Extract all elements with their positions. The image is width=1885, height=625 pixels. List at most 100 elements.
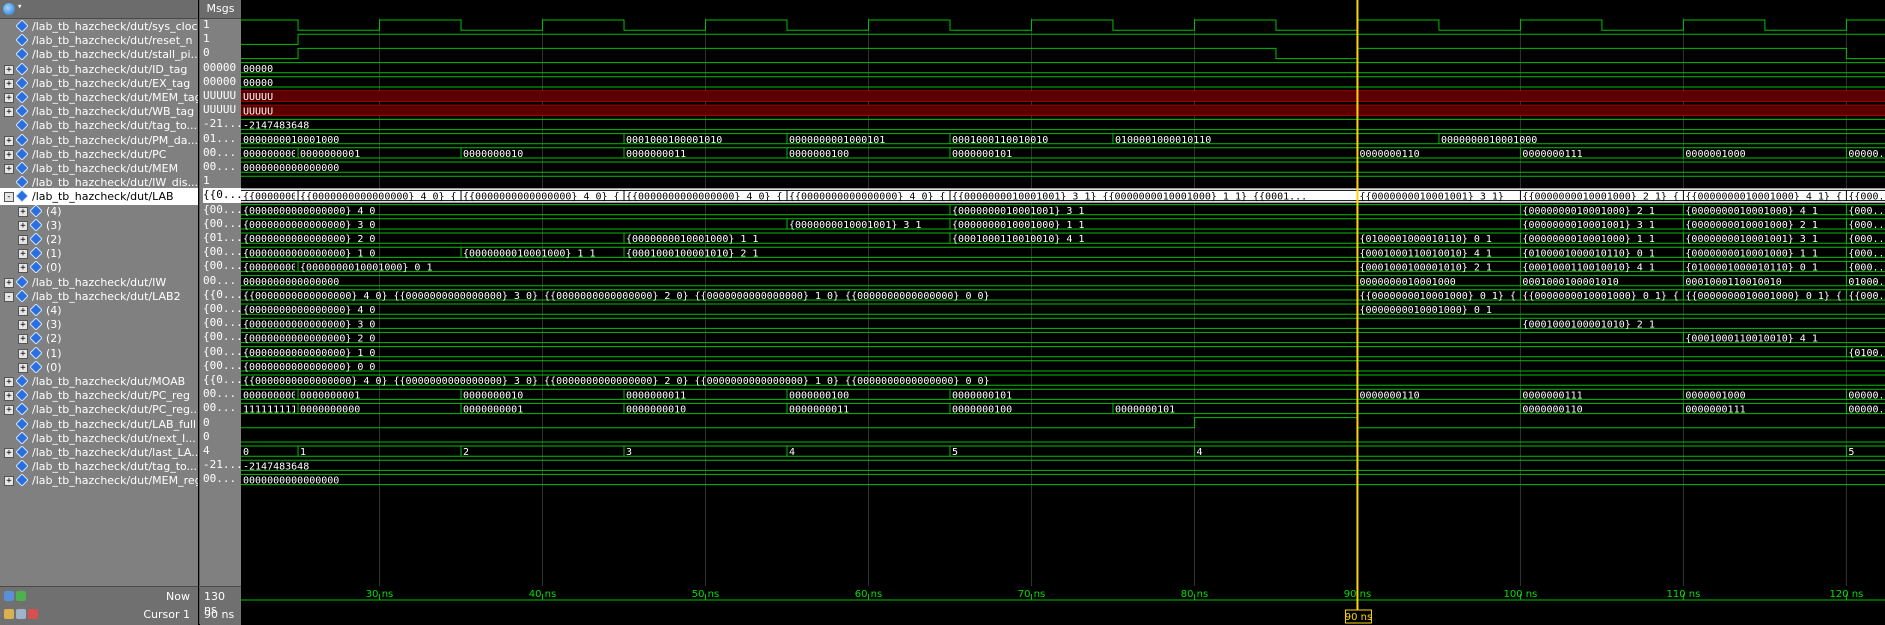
bus-value-text: 0000000001: [300, 390, 360, 401]
bus-value-text: 00000: [243, 64, 273, 75]
bus-value-text: UUUUU: [243, 92, 273, 103]
expand-icon[interactable]: +: [18, 206, 28, 217]
signal-row[interactable]: + /lab_tb_hazcheck/dut/MEM_reg: [0, 472, 198, 489]
bus-value-text: 5: [1848, 447, 1854, 458]
expand-icon[interactable]: +: [4, 164, 14, 174]
wave-toolbar-icon[interactable]: [3, 3, 15, 15]
bus-value-text: 0000000010001000: [1359, 277, 1455, 288]
expand-icon[interactable]: +: [18, 220, 28, 231]
timeline-tick-label: 80 ns: [1181, 589, 1208, 600]
bit-trace: [241, 33, 1885, 45]
expand-icon[interactable]: +: [4, 391, 14, 402]
expand-icon[interactable]: +: [18, 320, 28, 331]
bus-value-text: 0000000101: [952, 390, 1012, 401]
timeline-tick-label: 30 ns: [366, 589, 393, 600]
signal-icon: [29, 345, 43, 360]
expand-icon[interactable]: +: [4, 78, 14, 89]
bus-value-text: 0000000000000000: [243, 163, 339, 174]
bus-value-text: 0000000010001000: [1441, 135, 1537, 146]
expand-icon[interactable]: +: [18, 249, 28, 260]
bus-value-text: 0000000110: [1359, 390, 1419, 401]
bus-value-text: {0000000010001000} 2 1: [1522, 206, 1654, 217]
bus-value-text: {0000000010001001} 3 1: [1685, 234, 1817, 245]
expand-icon[interactable]: +: [18, 334, 28, 345]
undefined-fill: [241, 105, 1885, 116]
lock-icon[interactable]: [4, 609, 14, 619]
bus-value-text: {0000000010001000} 1 1: [1685, 248, 1817, 259]
expand-icon[interactable]: +: [4, 405, 14, 416]
collapse-icon[interactable]: -: [4, 192, 14, 203]
signal-icon: [15, 19, 29, 33]
expand-icon[interactable]: +: [4, 476, 14, 487]
expand-icon[interactable]: +: [18, 306, 28, 316]
signal-value: UUUUU: [203, 103, 237, 117]
waveform-canvas[interactable]: 0000000000UUUUUUUUUU-2147483648000000001…: [241, 0, 1885, 624]
bus-value-text: 01000...: [1848, 277, 1885, 288]
delete-icon[interactable]: [28, 609, 38, 619]
signal-icon: [15, 416, 29, 431]
bus-value-text: 0000000100: [952, 405, 1012, 416]
bus-value-text: {0000000000000000} 2 0: [243, 234, 375, 245]
cursor-value[interactable]: 90 ns: [204, 608, 234, 621]
bus-value-text: 0100001000010110: [1115, 135, 1211, 146]
signal-icon: [15, 459, 29, 473]
bus-value-text: 00000...: [1848, 149, 1885, 160]
bus-value-text: 0000000011: [789, 405, 849, 416]
timeline-bg: [241, 586, 1885, 624]
timeline-tick-label: 60 ns: [855, 589, 882, 600]
bus-value-text: 0000000111: [1522, 390, 1582, 401]
expand-icon[interactable]: +: [18, 348, 28, 359]
bus-value-text: {0001000110010010} 4 1: [952, 234, 1084, 245]
signal-icon: [15, 118, 29, 133]
bus-value-text: 2: [463, 447, 469, 458]
bus-value-text: 0000000110: [1522, 405, 1582, 416]
bus-value-text: {{000...: [1848, 192, 1885, 203]
expand-icon[interactable]: +: [4, 377, 14, 387]
expand-icon[interactable]: +: [4, 149, 14, 160]
signal-icon: [29, 360, 43, 374]
bus-value-text: 0000000100: [789, 390, 849, 401]
bus-value-text: {0000000000000000} 4 0: [243, 206, 375, 217]
undefined-fill: [241, 91, 1885, 102]
expand-icon[interactable]: +: [4, 448, 14, 458]
bus-value-text: 0000000000000000: [243, 277, 339, 288]
expand-icon[interactable]: +: [4, 135, 14, 146]
expand-icon[interactable]: +: [18, 362, 28, 373]
add-icon[interactable]: [16, 591, 26, 601]
bus-value-text: 0000000100: [789, 149, 849, 160]
timeline-tick-label: 40 ns: [529, 589, 556, 600]
signal-value: {00...: [203, 330, 241, 344]
bus-value-text: 4: [1196, 447, 1202, 458]
bus-value-text: {{0000000000000000} 4 0} {...: [463, 192, 638, 203]
edit-icon[interactable]: [16, 609, 26, 619]
bus-value-text: 0: [243, 447, 249, 458]
expand-icon[interactable]: +: [4, 64, 14, 75]
expand-icon[interactable]: +: [18, 263, 28, 274]
bus-value-text: {0000000010001000} 0 1: [300, 263, 432, 274]
signal-icon: [15, 47, 29, 62]
bus-value-text: {0000000010001001} 3 1: [789, 220, 921, 231]
signal-value: 00...: [203, 472, 237, 486]
signal-icon: [15, 147, 29, 161]
waveform-panel[interactable]: 00000 00000 UUUUU UUUUU -2147483648 000000001…: [241, 0, 1885, 624]
bus-value-text: 0000000010: [626, 405, 686, 416]
zoom-icon[interactable]: [4, 591, 14, 601]
bus-value-text: {0000000010001000} 1 1: [463, 248, 595, 259]
dropdown-arrow-icon[interactable]: ▾: [17, 2, 22, 12]
expand-icon[interactable]: +: [4, 277, 14, 288]
signal-value: 0: [203, 429, 210, 443]
bus-value-text: {{0000000010001000} 2 1} {...: [1522, 192, 1697, 203]
signal-value: {{0...: [203, 373, 241, 386]
bus-value-text: {0000000010001001} 3 1: [952, 206, 1084, 217]
bus-value-text: {0001000100001010} 2 1: [1359, 263, 1491, 274]
expand-icon[interactable]: +: [18, 235, 28, 245]
cursor-name[interactable]: Cursor 1: [143, 608, 190, 621]
expand-icon[interactable]: +: [4, 93, 14, 103]
bus-value-text: {{000...: [1848, 291, 1885, 302]
signal-value: 0: [203, 415, 210, 429]
bus-value-text: -2147483648: [243, 461, 309, 472]
bus-value-text: 0000000010: [463, 390, 523, 401]
signal-icon: [15, 374, 29, 388]
expand-icon[interactable]: +: [4, 107, 14, 118]
collapse-icon[interactable]: -: [4, 291, 14, 302]
